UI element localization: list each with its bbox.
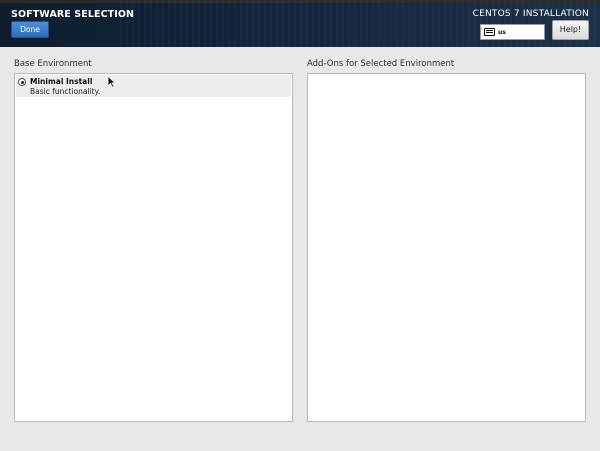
header-bar: SOFTWARE SELECTION Done CENTOS 7 INSTALL… xyxy=(0,0,600,47)
keyboard-layout-label: us xyxy=(498,28,506,36)
environment-name: Minimal Install xyxy=(30,77,93,86)
keyboard-icon xyxy=(484,28,495,36)
help-button[interactable]: Help! xyxy=(552,20,589,40)
environment-description: Basic functionality. xyxy=(30,87,101,96)
addons-list xyxy=(307,73,586,422)
addons-label: Add-Ons for Selected Environment xyxy=(307,59,455,69)
base-environment-list: Minimal Install Basic functionality. xyxy=(14,73,293,422)
done-button[interactable]: Done xyxy=(11,21,49,38)
product-title: CENTOS 7 INSTALLATION xyxy=(472,9,589,19)
radio-button[interactable] xyxy=(18,78,26,86)
base-environment-label: Base Environment xyxy=(14,59,92,69)
list-item[interactable]: Minimal Install Basic functionality. xyxy=(16,75,291,97)
keyboard-layout-indicator[interactable]: us xyxy=(480,24,545,40)
mouse-cursor-icon xyxy=(108,76,116,88)
page-title: SOFTWARE SELECTION xyxy=(11,9,135,20)
